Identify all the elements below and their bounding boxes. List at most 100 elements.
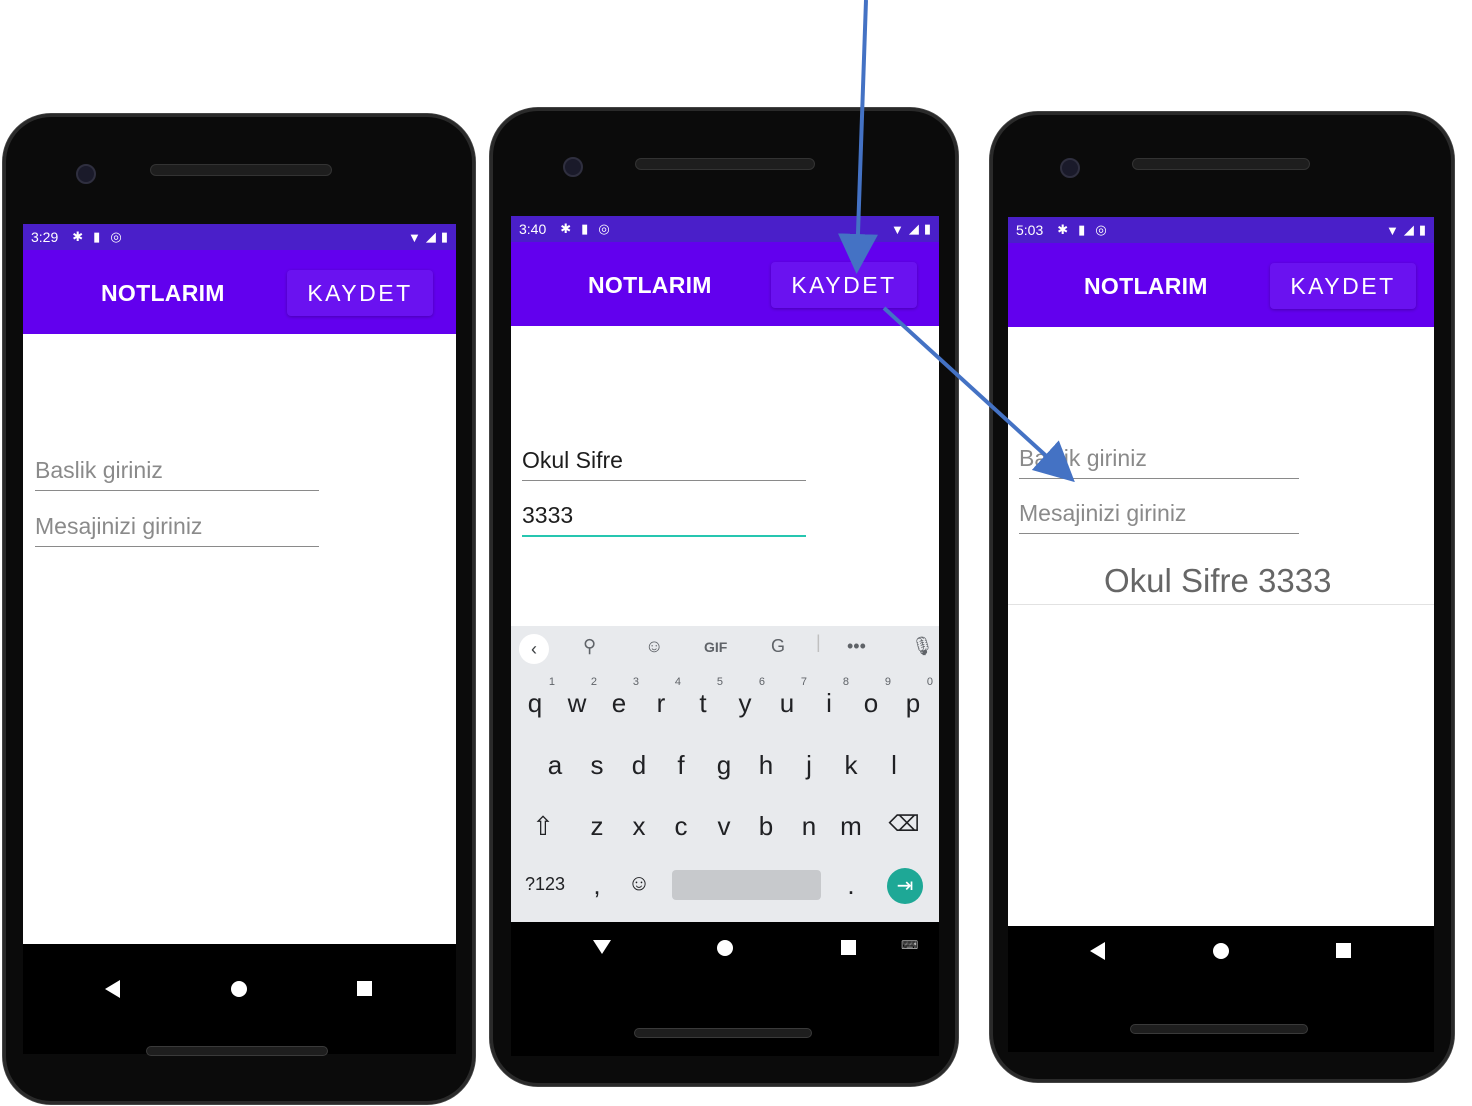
sticker-icon[interactable]: ☺: [645, 636, 663, 657]
symbols-key[interactable]: ?123: [519, 874, 571, 895]
earpiece-speaker: [1132, 158, 1310, 170]
signal-icon: ◢: [1403, 222, 1414, 237]
app-title: NOTLARIM: [101, 280, 225, 306]
key-m[interactable]: m: [831, 811, 871, 842]
gear-icon: ✱: [1057, 222, 1069, 237]
keyboard-switch-icon[interactable]: ⌨: [901, 938, 918, 952]
key-b[interactable]: b: [746, 811, 786, 842]
key-l[interactable]: l: [874, 750, 914, 781]
translate-icon[interactable]: G: [771, 636, 785, 657]
back-icon[interactable]: [1090, 942, 1105, 960]
title-input[interactable]: Okul Sifre: [522, 444, 806, 481]
recents-icon[interactable]: [357, 981, 372, 996]
sd-card-icon: ▮: [1078, 222, 1086, 237]
key-q[interactable]: q1: [515, 676, 555, 719]
key-a[interactable]: a: [535, 750, 575, 781]
key-u[interactable]: u7: [767, 676, 807, 719]
sd-card-icon: ▮: [581, 221, 589, 236]
app-title: NOTLARIM: [588, 272, 712, 298]
key-w[interactable]: w2: [557, 676, 597, 719]
key-n[interactable]: n: [789, 811, 829, 842]
key-i[interactable]: i8: [809, 676, 849, 719]
sync-icon: ◎: [110, 229, 122, 244]
enter-icon[interactable]: ⇥: [887, 868, 923, 904]
key-period[interactable]: .: [831, 870, 871, 901]
recents-icon[interactable]: [841, 940, 856, 955]
key-f[interactable]: f: [661, 750, 701, 781]
back-icon[interactable]: [105, 980, 120, 998]
home-icon[interactable]: [231, 981, 247, 997]
more-icon[interactable]: •••: [847, 636, 866, 657]
note-list-item[interactable]: Okul Sifre 3333: [1008, 544, 1434, 605]
signal-icon: ◢: [908, 221, 919, 236]
key-e[interactable]: e3: [599, 676, 639, 719]
battery-icon: ▮: [440, 229, 448, 244]
message-input-value: 3333: [522, 502, 574, 528]
status-bar: 3:29 ✱ ▮ ◎ ▼ ◢ ▮: [23, 224, 456, 250]
note-text: Okul Sifre 3333: [1104, 562, 1332, 599]
key-d[interactable]: d: [619, 750, 659, 781]
bottom-speaker: [1130, 1024, 1308, 1034]
save-button[interactable]: KAYDET: [1270, 263, 1416, 309]
microphone-icon[interactable]: 🎙: [911, 636, 934, 657]
wifi-icon: ▼: [1385, 222, 1399, 238]
message-input[interactable]: Mesajinizi giriniz: [35, 510, 319, 547]
key-k[interactable]: k: [831, 750, 871, 781]
space-key[interactable]: [672, 870, 821, 900]
screen-2: 3:40 ✱ ▮ ◎ ▼ ◢ ▮ NOTLARIM KAYDET Okul Si…: [511, 216, 939, 1056]
message-input[interactable]: 3333: [522, 499, 806, 537]
key-h[interactable]: h: [746, 750, 786, 781]
search-icon[interactable]: ⚲: [583, 636, 596, 657]
wifi-icon: ▼: [407, 229, 421, 245]
key-z[interactable]: z: [577, 811, 617, 842]
wifi-icon: ▼: [890, 221, 904, 237]
status-time: 5:03: [1016, 222, 1044, 238]
soft-keyboard: ‹ ⚲ ☺ GIF G | ••• 🎙 q1 w2 e3 r4 t5 y6 u7…: [511, 626, 939, 922]
title-input-hint: Baslik giriniz: [1019, 445, 1147, 471]
recents-icon[interactable]: [1336, 943, 1351, 958]
earpiece-speaker: [150, 164, 332, 176]
sd-card-icon: ▮: [93, 229, 101, 244]
home-icon[interactable]: [1213, 943, 1229, 959]
status-right: ▼ ◢ ▮: [1386, 217, 1426, 243]
status-time: 3:29: [31, 229, 59, 245]
save-button[interactable]: KAYDET: [771, 262, 917, 308]
shift-icon[interactable]: ⇧: [523, 811, 563, 842]
front-camera: [76, 164, 96, 184]
key-s[interactable]: s: [577, 750, 617, 781]
key-j[interactable]: j: [789, 750, 829, 781]
key-c[interactable]: c: [661, 811, 701, 842]
battery-icon: ▮: [923, 221, 931, 236]
sync-icon: ◎: [1095, 222, 1107, 237]
backspace-icon[interactable]: ⌫: [884, 811, 924, 837]
key-x[interactable]: x: [619, 811, 659, 842]
title-input[interactable]: Baslik giriniz: [1019, 442, 1299, 479]
front-camera: [563, 157, 583, 177]
gif-button[interactable]: GIF: [704, 639, 727, 655]
key-g[interactable]: g: [704, 750, 744, 781]
message-input[interactable]: Mesajinizi giriniz: [1019, 497, 1299, 534]
status-time: 3:40: [519, 221, 547, 237]
key-v[interactable]: v: [704, 811, 744, 842]
title-input[interactable]: Baslik giriniz: [35, 454, 319, 491]
toolbar-divider: |: [816, 632, 821, 652]
emoji-icon[interactable]: ☺: [619, 870, 659, 896]
key-o[interactable]: o9: [851, 676, 891, 719]
key-r[interactable]: r4: [641, 676, 681, 719]
status-right: ▼ ◢ ▮: [408, 224, 448, 250]
key-comma[interactable]: ,: [577, 870, 617, 901]
chevron-left-icon[interactable]: ‹: [519, 634, 549, 664]
save-button[interactable]: KAYDET: [287, 270, 433, 316]
status-bar: 5:03 ✱ ▮ ◎ ▼ ◢ ▮: [1008, 217, 1434, 243]
app-bar: NOTLARIM KAYDET: [511, 242, 939, 326]
phone-frame-2: 3:40 ✱ ▮ ◎ ▼ ◢ ▮ NOTLARIM KAYDET Okul Si…: [490, 108, 958, 1086]
earpiece-speaker: [635, 158, 815, 170]
key-t[interactable]: t5: [683, 676, 723, 719]
keyboard-hide-icon[interactable]: [593, 940, 611, 954]
key-p[interactable]: p0: [893, 676, 933, 719]
app-bar: NOTLARIM KAYDET: [1008, 243, 1434, 327]
home-icon[interactable]: [717, 940, 733, 956]
signal-icon: ◢: [425, 229, 436, 244]
screen-3: 5:03 ✱ ▮ ◎ ▼ ◢ ▮ NOTLARIM KAYDET Baslik …: [1008, 217, 1434, 1052]
key-y[interactable]: y6: [725, 676, 766, 719]
